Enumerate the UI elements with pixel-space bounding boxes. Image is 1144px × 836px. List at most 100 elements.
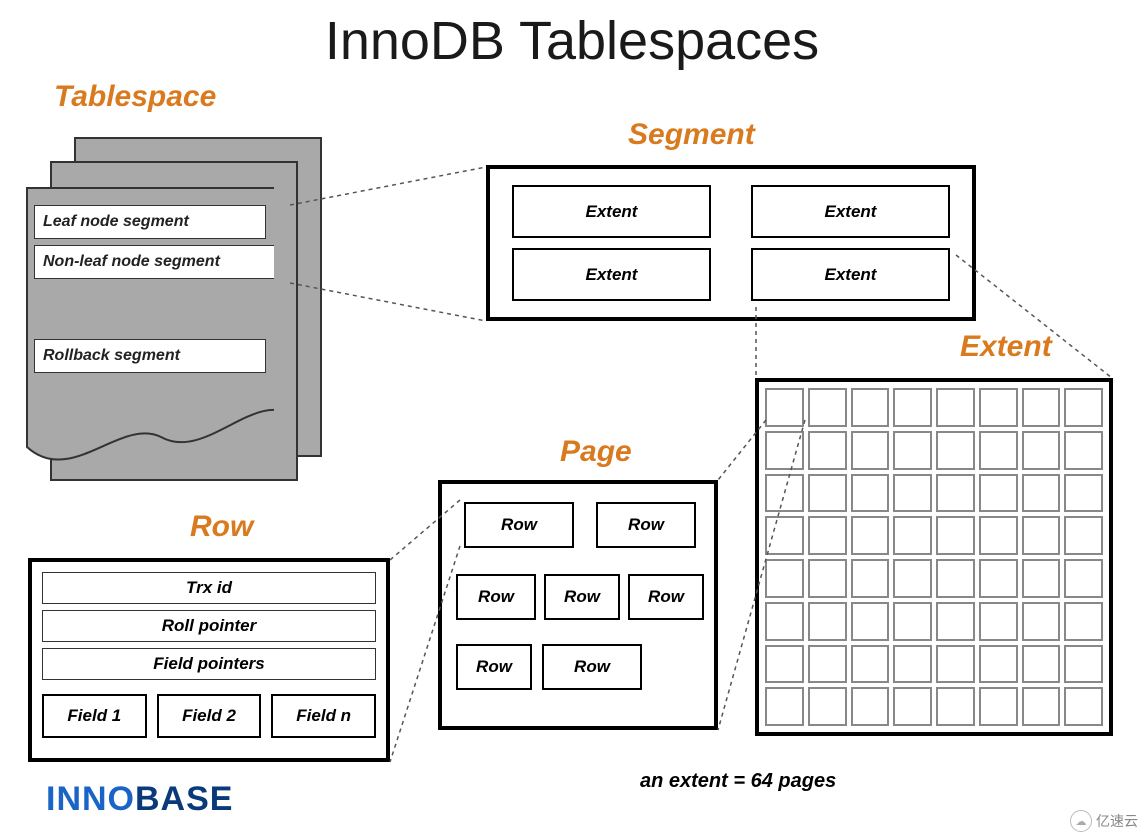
extent-page-cell bbox=[851, 687, 890, 726]
page-row-cell: Row bbox=[596, 502, 696, 548]
extent-page-cell bbox=[979, 516, 1018, 555]
row-fields: Field 1 Field 2 Field n bbox=[42, 694, 376, 738]
segment-label: Segment bbox=[628, 118, 755, 152]
extent-page-cell bbox=[1064, 559, 1103, 598]
extent-page-cell bbox=[979, 388, 1018, 427]
extent-page-cell bbox=[851, 388, 890, 427]
watermark-text: 亿速云 bbox=[1096, 811, 1138, 831]
extent-page-cell bbox=[936, 474, 975, 513]
extent-page-cell bbox=[851, 474, 890, 513]
extent-page-cell bbox=[1022, 687, 1061, 726]
extent-page-cell bbox=[851, 559, 890, 598]
page-label: Page bbox=[560, 435, 632, 469]
page-box: Row Row Row Row Row Row Row bbox=[438, 480, 718, 730]
extent-label: Extent bbox=[960, 330, 1052, 364]
extent-page-cell bbox=[893, 431, 932, 470]
row-box: Trx id Roll pointer Field pointers Field… bbox=[28, 558, 390, 762]
row-field: Field n bbox=[271, 694, 376, 738]
row-field-pointers: Field pointers bbox=[42, 648, 376, 680]
extent-page-cell bbox=[1064, 388, 1103, 427]
extent-page-cell bbox=[979, 559, 1018, 598]
page-row-cell: Row bbox=[456, 644, 532, 690]
extent-grid-box bbox=[755, 378, 1113, 736]
extent-page-cell bbox=[979, 687, 1018, 726]
extent-footnote: an extent = 64 pages bbox=[640, 770, 836, 793]
row-field: Field 1 bbox=[42, 694, 147, 738]
extent-page-cell bbox=[1064, 687, 1103, 726]
segment-box: Extent Extent Extent Extent bbox=[486, 165, 976, 321]
extent-page-cell bbox=[1022, 516, 1061, 555]
extent-page-cell bbox=[1064, 474, 1103, 513]
row-roll-pointer: Roll pointer bbox=[42, 610, 376, 642]
segment-extent-cell: Extent bbox=[512, 185, 711, 238]
extent-page-cell bbox=[1022, 431, 1061, 470]
extent-page-cell bbox=[979, 431, 1018, 470]
extent-page-cell bbox=[893, 559, 932, 598]
extent-page-cell bbox=[808, 516, 847, 555]
extent-page-cell bbox=[893, 645, 932, 684]
extent-page-cell bbox=[1022, 602, 1061, 641]
extent-page-cell bbox=[808, 602, 847, 641]
extent-page-cell bbox=[1064, 516, 1103, 555]
extent-page-cell bbox=[979, 474, 1018, 513]
row-label: Row bbox=[190, 510, 253, 544]
extent-page-cell bbox=[808, 687, 847, 726]
extent-page-cell bbox=[979, 645, 1018, 684]
extent-page-cell bbox=[936, 431, 975, 470]
extent-page-cell bbox=[1064, 431, 1103, 470]
tablespace-sheet-front: Leaf node segment Non-leaf node segment … bbox=[26, 187, 274, 507]
extent-page-cell bbox=[979, 602, 1018, 641]
leaf-segment-item: Leaf node segment bbox=[34, 205, 266, 239]
segment-extent-cell: Extent bbox=[751, 185, 950, 238]
page-row-cell: Row bbox=[542, 644, 642, 690]
extent-page-cell bbox=[765, 559, 804, 598]
extent-page-cell bbox=[808, 388, 847, 427]
segment-extent-cell: Extent bbox=[512, 248, 711, 301]
extent-page-cell bbox=[808, 645, 847, 684]
extent-page-cell bbox=[808, 559, 847, 598]
extent-page-cell bbox=[936, 516, 975, 555]
rollback-segment-item: Rollback segment bbox=[34, 339, 266, 373]
extent-page-cell bbox=[851, 516, 890, 555]
segment-extent-cell: Extent bbox=[751, 248, 950, 301]
extent-page-cell bbox=[765, 474, 804, 513]
extent-page-cell bbox=[851, 602, 890, 641]
extent-page-cell bbox=[851, 431, 890, 470]
page-row-cell: Row bbox=[544, 574, 620, 620]
extent-page-cell bbox=[765, 431, 804, 470]
extent-page-cell bbox=[1064, 645, 1103, 684]
extent-page-cell bbox=[893, 602, 932, 641]
extent-page-cell bbox=[936, 687, 975, 726]
brand-part2: BASE bbox=[135, 780, 233, 818]
extent-page-cell bbox=[808, 474, 847, 513]
watermark: ☁ 亿速云 bbox=[1070, 810, 1138, 832]
extent-page-cell bbox=[765, 388, 804, 427]
row-field: Field 2 bbox=[157, 694, 262, 738]
extent-page-cell bbox=[893, 474, 932, 513]
page-row-cell: Row bbox=[456, 574, 536, 620]
extent-page-cell bbox=[851, 645, 890, 684]
tablespace-label: Tablespace bbox=[54, 80, 216, 114]
extent-page-cell bbox=[1022, 474, 1061, 513]
nonleaf-segment-item: Non-leaf node segment bbox=[34, 245, 274, 279]
extent-page-cell bbox=[765, 645, 804, 684]
page-row-cell: Row bbox=[464, 502, 574, 548]
extent-page-cell bbox=[893, 388, 932, 427]
extent-page-cell bbox=[765, 687, 804, 726]
extent-page-cell bbox=[765, 516, 804, 555]
extent-page-cell bbox=[808, 431, 847, 470]
extent-page-cell bbox=[1022, 645, 1061, 684]
extent-page-cell bbox=[936, 388, 975, 427]
extent-page-cell bbox=[1022, 559, 1061, 598]
extent-page-cell bbox=[765, 602, 804, 641]
extent-page-cell bbox=[1064, 602, 1103, 641]
extent-page-cell bbox=[936, 559, 975, 598]
extent-page-cell bbox=[936, 602, 975, 641]
extent-page-cell bbox=[936, 645, 975, 684]
tablespace-stack: Leaf node segment Non-leaf node segment … bbox=[26, 137, 326, 495]
extent-page-cell bbox=[893, 516, 932, 555]
cloud-icon: ☁ bbox=[1070, 810, 1092, 832]
extent-page-cell bbox=[1022, 388, 1061, 427]
page-row-cell: Row bbox=[628, 574, 704, 620]
innobase-logo: INNOBASE bbox=[46, 780, 233, 819]
